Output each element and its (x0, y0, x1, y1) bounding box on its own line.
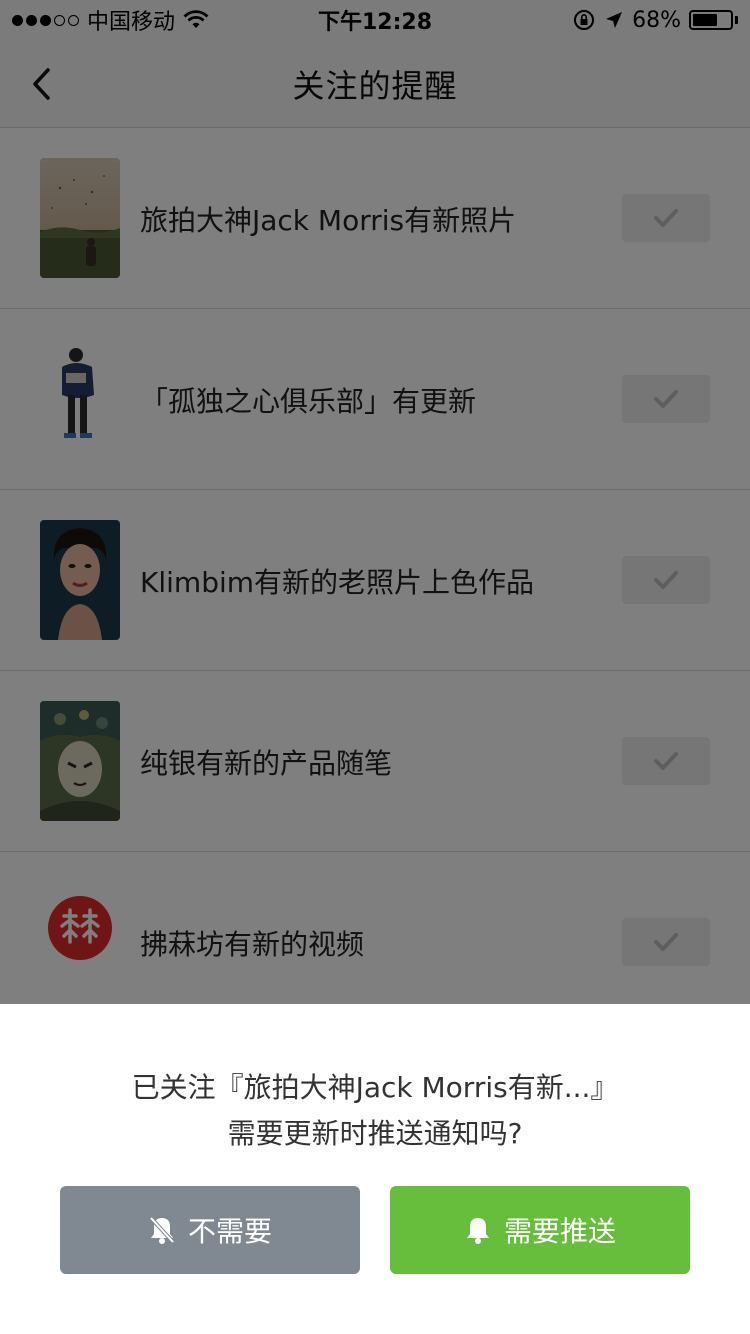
bell-off-icon (149, 1216, 175, 1244)
push-notification-sheet: 已关注『旅拍大神Jack Morris有新...』 需要更新时推送通知吗? 不需… (0, 1004, 750, 1334)
sheet-message-followed: 已关注『旅拍大神Jack Morris有新...』 (131, 1071, 619, 1104)
no-push-label: 不需要 (187, 1215, 272, 1248)
modal-overlay[interactable] (0, 0, 750, 1004)
enable-push-label: 需要推送 (503, 1215, 616, 1248)
enable-push-button[interactable]: 需要推送 (390, 1186, 690, 1274)
sheet-message-question: 需要更新时推送通知吗? (227, 1117, 523, 1150)
bell-icon (466, 1218, 489, 1244)
no-push-button[interactable]: 不需要 (60, 1186, 360, 1274)
